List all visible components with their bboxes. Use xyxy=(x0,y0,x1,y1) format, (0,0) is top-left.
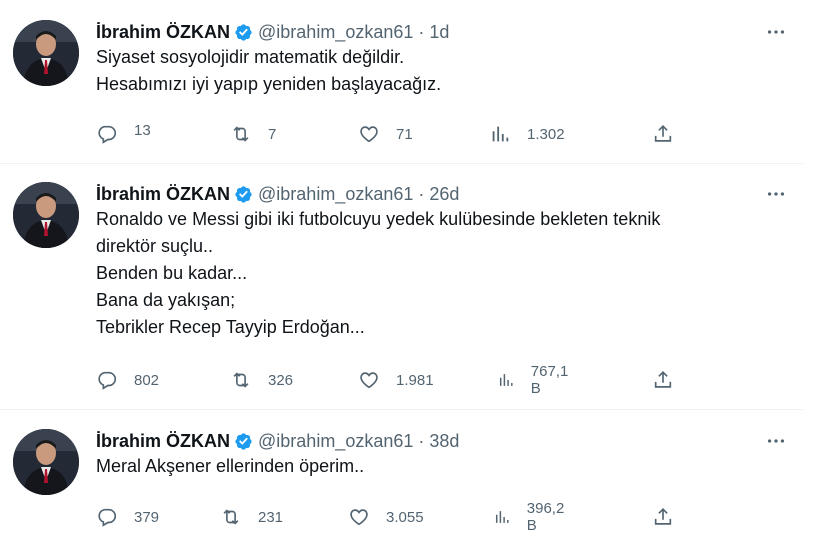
tweet-text-line: Bana da yakışan; xyxy=(96,290,236,310)
like-count: 71 xyxy=(396,125,413,143)
retweet-button[interactable]: 7 xyxy=(230,122,276,146)
tweet-text-line: Siyaset sosyolojidir matematik değildir. xyxy=(96,47,405,67)
tweet-divider xyxy=(0,409,803,410)
verified-badge-icon xyxy=(235,432,252,450)
like-icon xyxy=(350,509,368,526)
reply-count: 379 xyxy=(134,508,160,526)
timestamp[interactable]: 26d xyxy=(429,184,459,205)
views-count: 767,1 B xyxy=(530,363,569,397)
tweet-header: İbrahim ÖZKAN @ibrahim_ozkan61 · 38d xyxy=(96,429,459,453)
share-icon xyxy=(654,125,672,142)
like-button[interactable]: 3.055 xyxy=(348,505,424,529)
tweet-text-line: Tebrikler Recep Tayyip Erdoğan... xyxy=(96,317,365,337)
avatar[interactable] xyxy=(13,20,79,86)
more-icon[interactable] xyxy=(764,429,788,453)
reply-count: 802 xyxy=(134,371,160,389)
share-icon xyxy=(654,508,672,525)
retweet-icon xyxy=(233,126,249,142)
views-count: 1.302 xyxy=(527,125,565,143)
timestamp[interactable]: 1d xyxy=(429,22,449,43)
reply-button[interactable]: 802 xyxy=(96,368,159,392)
retweet-button[interactable]: 326 xyxy=(230,368,293,392)
tweet-text-line: Benden bu kadar... xyxy=(96,263,248,283)
retweet-count: 7 xyxy=(268,125,277,143)
tweet-text: Meral Akşener ellerinden öperim.. xyxy=(96,453,786,480)
share-icon xyxy=(654,371,672,388)
tweet-text-line: Ronaldo ve Messi gibi iki futbolcuyu yed… xyxy=(96,209,661,229)
avatar[interactable] xyxy=(13,182,79,248)
like-icon xyxy=(360,372,378,389)
avatar[interactable] xyxy=(13,429,79,495)
tweet-divider xyxy=(0,163,803,164)
like-count: 1.981 xyxy=(396,371,434,389)
reply-icon xyxy=(98,508,117,527)
like-icon xyxy=(360,126,378,143)
reply-count: 13 xyxy=(134,121,151,139)
views-icon xyxy=(499,374,513,386)
author-name[interactable]: İbrahim ÖZKAN xyxy=(96,431,230,452)
separator: · xyxy=(418,430,425,451)
tweet-header: İbrahim ÖZKAN @ibrahim_ozkan61 · 26d xyxy=(96,182,459,206)
author-name[interactable]: İbrahim ÖZKAN xyxy=(96,22,230,43)
views-icon xyxy=(495,511,509,523)
retweet-icon xyxy=(223,509,239,525)
views-button[interactable]: 1.302 xyxy=(489,122,565,146)
reply-button[interactable]: 379 xyxy=(96,505,159,529)
tweet-text-line: Hesabımızı iyi yapıp yeniden başlayacağı… xyxy=(96,74,442,94)
author-handle[interactable]: @ibrahim_ozkan61 xyxy=(258,22,413,43)
share-button[interactable] xyxy=(652,368,674,392)
timestamp[interactable]: 38d xyxy=(429,431,459,452)
author-handle[interactable]: @ibrahim_ozkan61 xyxy=(258,431,413,452)
tweet-text: Siyaset sosyolojidir matematik değildir.… xyxy=(96,44,786,98)
tweet-text: Ronaldo ve Messi gibi iki futbolcuyu yed… xyxy=(96,206,786,341)
author-handle[interactable]: @ibrahim_ozkan61 xyxy=(258,184,413,205)
separator: · xyxy=(418,183,425,204)
views-button[interactable]: 767,1 B xyxy=(497,363,573,397)
retweet-count: 231 xyxy=(258,508,284,526)
share-button[interactable] xyxy=(652,505,674,529)
verified-badge-icon xyxy=(235,185,252,203)
tweet-header: İbrahim ÖZKAN @ibrahim_ozkan61 · 1d xyxy=(96,20,449,44)
retweet-button[interactable]: 231 xyxy=(220,505,283,529)
like-button[interactable]: 1.981 xyxy=(358,368,434,392)
more-icon[interactable] xyxy=(764,20,788,44)
author-name[interactable]: İbrahim ÖZKAN xyxy=(96,184,230,205)
retweet-count: 326 xyxy=(268,371,294,389)
verified-badge-icon xyxy=(235,23,252,41)
views-button[interactable]: 396,2 B xyxy=(493,500,569,534)
like-button[interactable]: 71 xyxy=(358,122,413,146)
reply-icon xyxy=(98,125,117,144)
tweet-text-line: Meral Akşener ellerinden öperim.. xyxy=(96,456,365,476)
like-count: 3.055 xyxy=(386,508,424,526)
reply-icon xyxy=(98,371,117,390)
separator: · xyxy=(418,21,425,42)
share-button[interactable] xyxy=(652,122,674,146)
tweet-text-line: direktör suçlu.. xyxy=(96,236,214,256)
views-count: 396,2 B xyxy=(526,500,565,534)
views-icon xyxy=(492,126,509,142)
more-icon[interactable] xyxy=(764,182,788,206)
reply-button[interactable]: 13 xyxy=(96,122,151,146)
retweet-icon xyxy=(233,372,249,388)
